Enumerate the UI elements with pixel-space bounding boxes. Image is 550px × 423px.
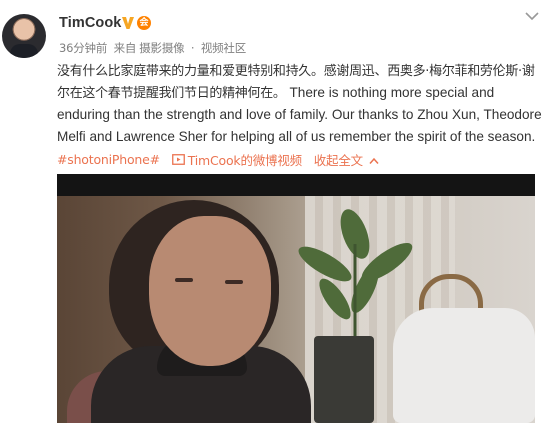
meta-separator: · — [190, 41, 195, 55]
post-community[interactable]: 视频社区 — [201, 41, 246, 55]
video-frame — [57, 196, 535, 423]
chevron-up-icon — [369, 157, 379, 164]
video-player[interactable] — [57, 174, 535, 423]
post-meta: 36分钟前 来自 摄影摄像 · 视频社区 — [59, 40, 249, 56]
post-source[interactable]: 摄影摄像 — [139, 41, 184, 55]
collapse-label: 收起全文 — [313, 153, 363, 168]
author-avatar[interactable] — [2, 14, 46, 58]
post-time[interactable]: 36分钟前 — [59, 41, 107, 55]
post-source-prefix: 来自 — [113, 41, 137, 55]
verified-v-icon — [122, 17, 134, 29]
video-link-label: TimCook的微博视频 — [187, 153, 302, 168]
vip-badge-icon[interactable]: 会 — [137, 16, 151, 30]
chevron-down-icon[interactable] — [524, 10, 540, 22]
author-name[interactable]: TimCook — [59, 15, 121, 31]
post-links: #shotoniPhone# TimCook的微博视频 收起全文 — [57, 150, 379, 169]
collapse-button[interactable]: 收起全文 — [314, 150, 379, 169]
video-icon — [171, 154, 185, 165]
hashtag-link[interactable]: #shotoniPhone# — [57, 152, 160, 167]
video-link[interactable]: TimCook的微博视频 — [171, 150, 302, 169]
post-text: 没有什么比家庭带来的力量和爱更特别和持久。感谢周迅、西奥多·梅尔菲和劳伦斯·谢尔… — [57, 61, 543, 148]
